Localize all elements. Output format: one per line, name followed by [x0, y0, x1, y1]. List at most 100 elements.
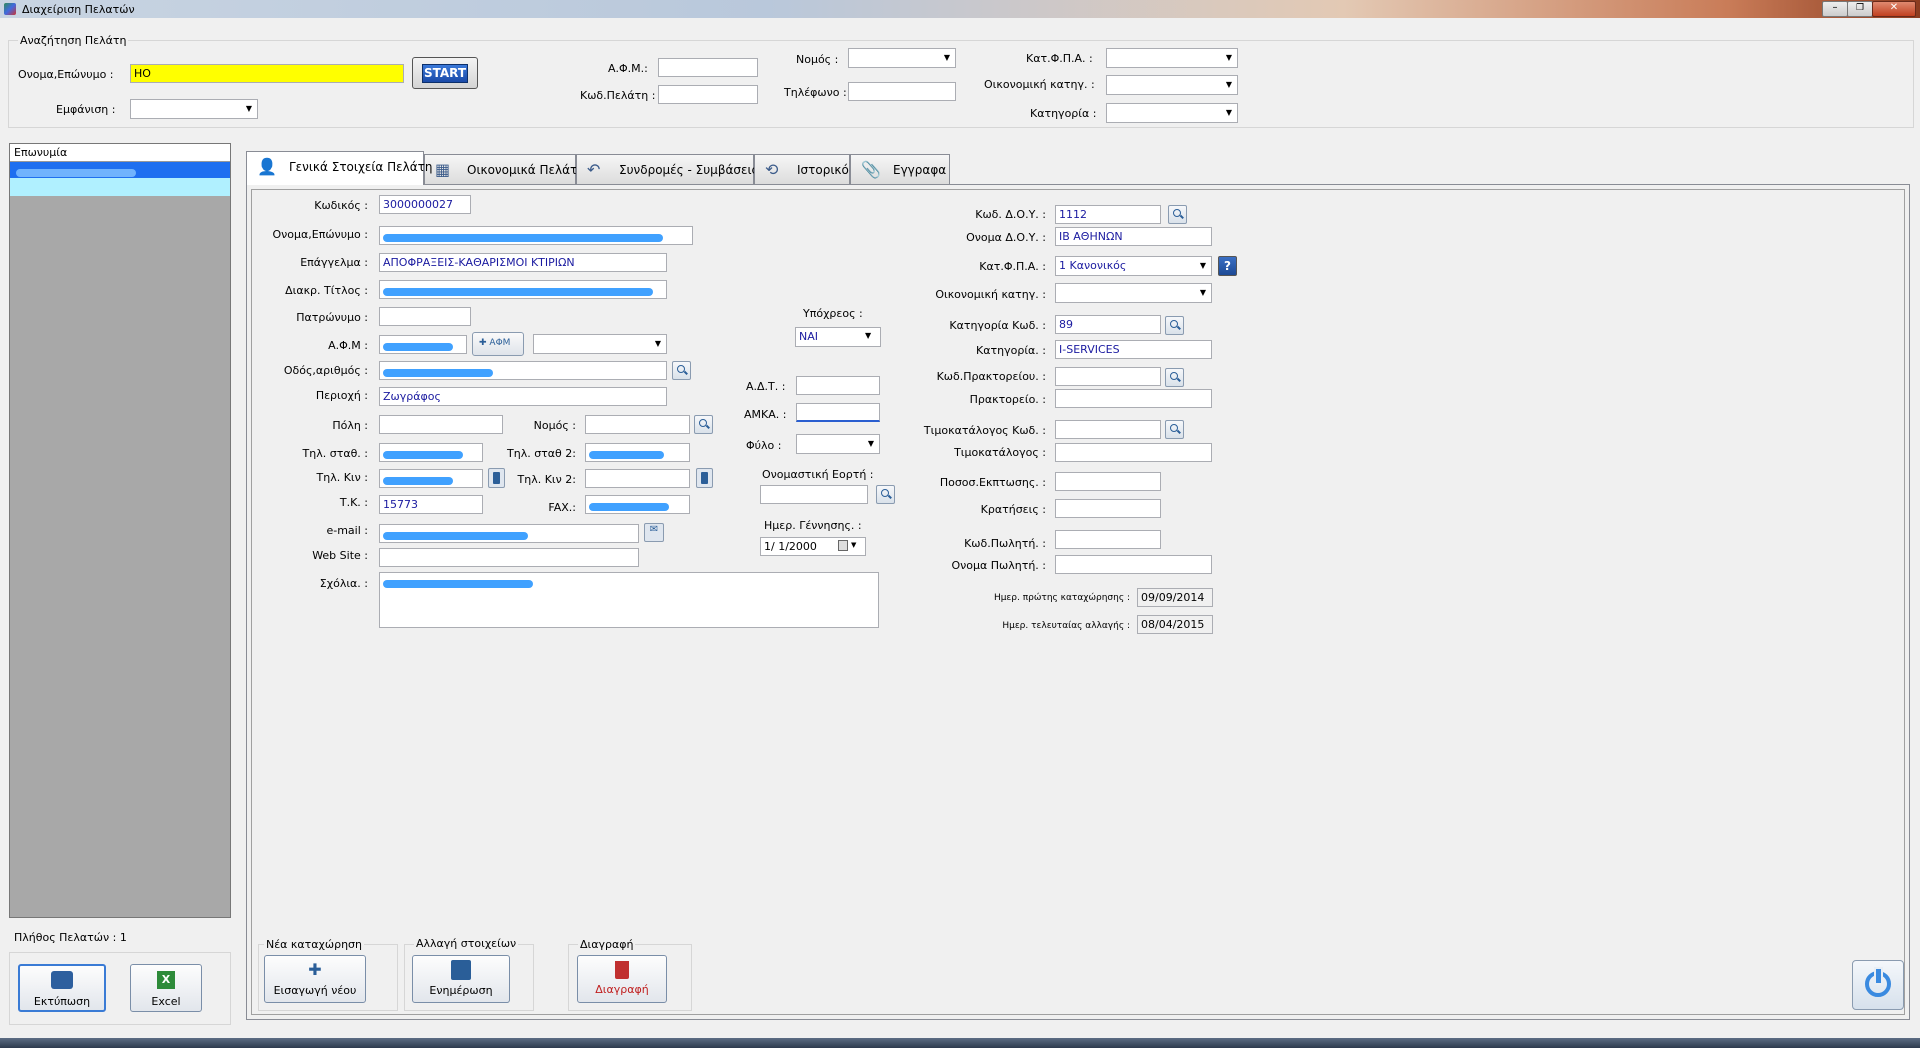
nomos-search-icon[interactable] [694, 415, 713, 434]
econ-select[interactable]: ▼ [1055, 283, 1212, 303]
search-group-title: Αναζήτηση Πελάτη [18, 34, 129, 47]
search-code-input[interactable] [658, 85, 758, 104]
price-input[interactable] [1055, 443, 1212, 462]
tab-general[interactable]: 👤 Γενικά Στοιχεία Πελάτη [246, 151, 433, 185]
delete-group-title: Διαγραφή [578, 938, 636, 951]
title-input[interactable] [379, 280, 667, 299]
cat-code-input[interactable]: 89 [1055, 315, 1161, 334]
vat-select[interactable]: 1 Κανονικός ▼ [1055, 256, 1212, 276]
father-input[interactable] [379, 307, 471, 326]
chevron-down-icon: ▼ [867, 439, 875, 448]
search-code-label: Κωδ.Πελάτη : [580, 89, 656, 102]
street-search-icon[interactable] [672, 361, 691, 380]
print-button[interactable]: Εκτύπωση [18, 964, 106, 1012]
area-input[interactable]: Ζωγράφος [379, 387, 667, 406]
search-nomos-select[interactable]: ▼ [848, 48, 956, 68]
tab-history[interactable]: ⟲ Ιστορικό [754, 154, 850, 184]
list-item[interactable] [10, 178, 230, 196]
list-item[interactable] [10, 162, 230, 178]
search-econ-select[interactable]: ▼ [1106, 75, 1238, 95]
code-input[interactable]: 3000000027 [379, 195, 471, 214]
tel-input[interactable] [379, 443, 483, 462]
office-code-input[interactable] [1055, 367, 1161, 386]
afm-input[interactable] [379, 335, 467, 354]
job-input[interactable]: ΑΠΟΦΡΑΞΕΙΣ-ΚΑΘΑΡΙΣΜΟΙ ΚΤΙΡΙΩΝ [379, 253, 667, 272]
adt-input[interactable] [796, 376, 880, 395]
office-input[interactable] [1055, 389, 1212, 408]
gender-select[interactable]: ▼ [796, 434, 880, 454]
hold-label: Κρατήσεις : [980, 503, 1046, 516]
tel2-input[interactable] [585, 443, 690, 462]
nomos-label: Νομός : [533, 419, 576, 432]
nameday-input[interactable] [760, 485, 868, 504]
redacted-text [383, 342, 453, 351]
city-input[interactable] [379, 415, 503, 434]
excel-button[interactable]: X Excel [130, 964, 202, 1012]
doy-name-input[interactable]: ΙΒ ΑΘΗΝΩΝ [1055, 227, 1212, 246]
notes-textarea[interactable] [379, 572, 879, 628]
doy-name-label: Ονομα Δ.Ο.Υ. : [966, 231, 1046, 244]
tk-input[interactable]: 15773 [379, 495, 483, 514]
add-new-button[interactable]: ✚ Εισαγωγή νέου [264, 955, 366, 1003]
fax-input[interactable] [585, 495, 690, 514]
search-phone-input[interactable] [848, 82, 956, 101]
price-label: Τιμοκατάλογος : [954, 446, 1046, 459]
update-button-label: Ενημέρωση [429, 984, 493, 997]
search-display-label: Εμφάνιση : [56, 103, 116, 116]
obliged-label: Υπόχρεος : [803, 307, 863, 320]
chevron-down-icon: ▼ [245, 104, 253, 113]
seller-code-label: Κωδ.Πωλητή. : [964, 537, 1046, 550]
power-icon [1865, 967, 1891, 997]
chevron-down-icon: ▼ [1225, 108, 1233, 117]
search-phone-label: Τηλέφωνο : [784, 86, 847, 99]
customer-list[interactable]: Επωνυμία [9, 143, 231, 918]
tab-financial[interactable]: ▦ Οικονομικά Πελάτη [424, 154, 585, 184]
save-disk-icon [451, 960, 471, 980]
minimize-button[interactable]: – [1822, 1, 1848, 17]
tab-subscriptions[interactable]: ↶ Συνδρομές - Συμβάσεις [576, 154, 759, 184]
maximize-button[interactable]: ❐ [1847, 1, 1873, 17]
chevron-down-icon: ▼ [943, 53, 951, 62]
cat-input[interactable]: I-SERVICES [1055, 340, 1212, 359]
search-cat-select[interactable]: ▼ [1106, 103, 1238, 123]
start-button[interactable]: START [412, 57, 478, 89]
office-search-icon[interactable] [1165, 368, 1184, 387]
send-email-icon[interactable]: ✉ [644, 523, 664, 542]
mobile-phone-icon[interactable] [696, 468, 713, 488]
hold-input[interactable] [1055, 499, 1161, 518]
power-button[interactable] [1852, 960, 1904, 1010]
calendar-icon[interactable] [838, 540, 848, 551]
search-name-input[interactable]: ΗΟ [130, 64, 404, 83]
redacted-text [383, 579, 533, 588]
web-input[interactable] [379, 548, 639, 567]
excel-icon: X [157, 971, 175, 989]
search-afm-input[interactable] [658, 58, 758, 77]
price-code-input[interactable] [1055, 420, 1161, 439]
search-vat-select[interactable]: ▼ [1106, 48, 1238, 68]
cat-search-icon[interactable] [1165, 316, 1184, 335]
search-name-label: Ονομα,Επώνυμο : [18, 68, 114, 81]
update-button[interactable]: Ενημέρωση [412, 955, 510, 1003]
seller-code-input[interactable] [1055, 530, 1161, 549]
mob2-input[interactable] [585, 469, 690, 488]
help-icon[interactable]: ? [1218, 256, 1237, 276]
doy-search-icon[interactable] [1168, 205, 1187, 224]
discount-input[interactable] [1055, 472, 1161, 491]
street-input[interactable] [379, 361, 667, 380]
name-input[interactable] [379, 226, 693, 245]
tab-documents[interactable]: 📎 Εγγραφα [850, 154, 950, 184]
doy-code-input[interactable]: 1112 [1055, 205, 1161, 224]
mob-input[interactable] [379, 469, 483, 488]
nomos-input[interactable] [585, 415, 690, 434]
seller-name-input[interactable] [1055, 555, 1212, 574]
search-display-select[interactable]: ▼ [130, 99, 258, 119]
afm-lookup-button[interactable]: ✚ ΑΦΜ [472, 332, 524, 356]
price-search-icon[interactable] [1165, 420, 1184, 439]
close-button[interactable]: ✕ [1872, 1, 1916, 17]
amka-input[interactable] [796, 403, 880, 422]
delete-button[interactable]: Διαγραφή [577, 955, 667, 1003]
vat-label: Κατ.Φ.Π.Α. : [979, 260, 1046, 273]
afm-select[interactable]: ▼ [533, 334, 667, 354]
title-bar: Διαχείριση Πελατών – ❐ ✕ [0, 0, 1920, 18]
email-input[interactable] [379, 524, 639, 543]
